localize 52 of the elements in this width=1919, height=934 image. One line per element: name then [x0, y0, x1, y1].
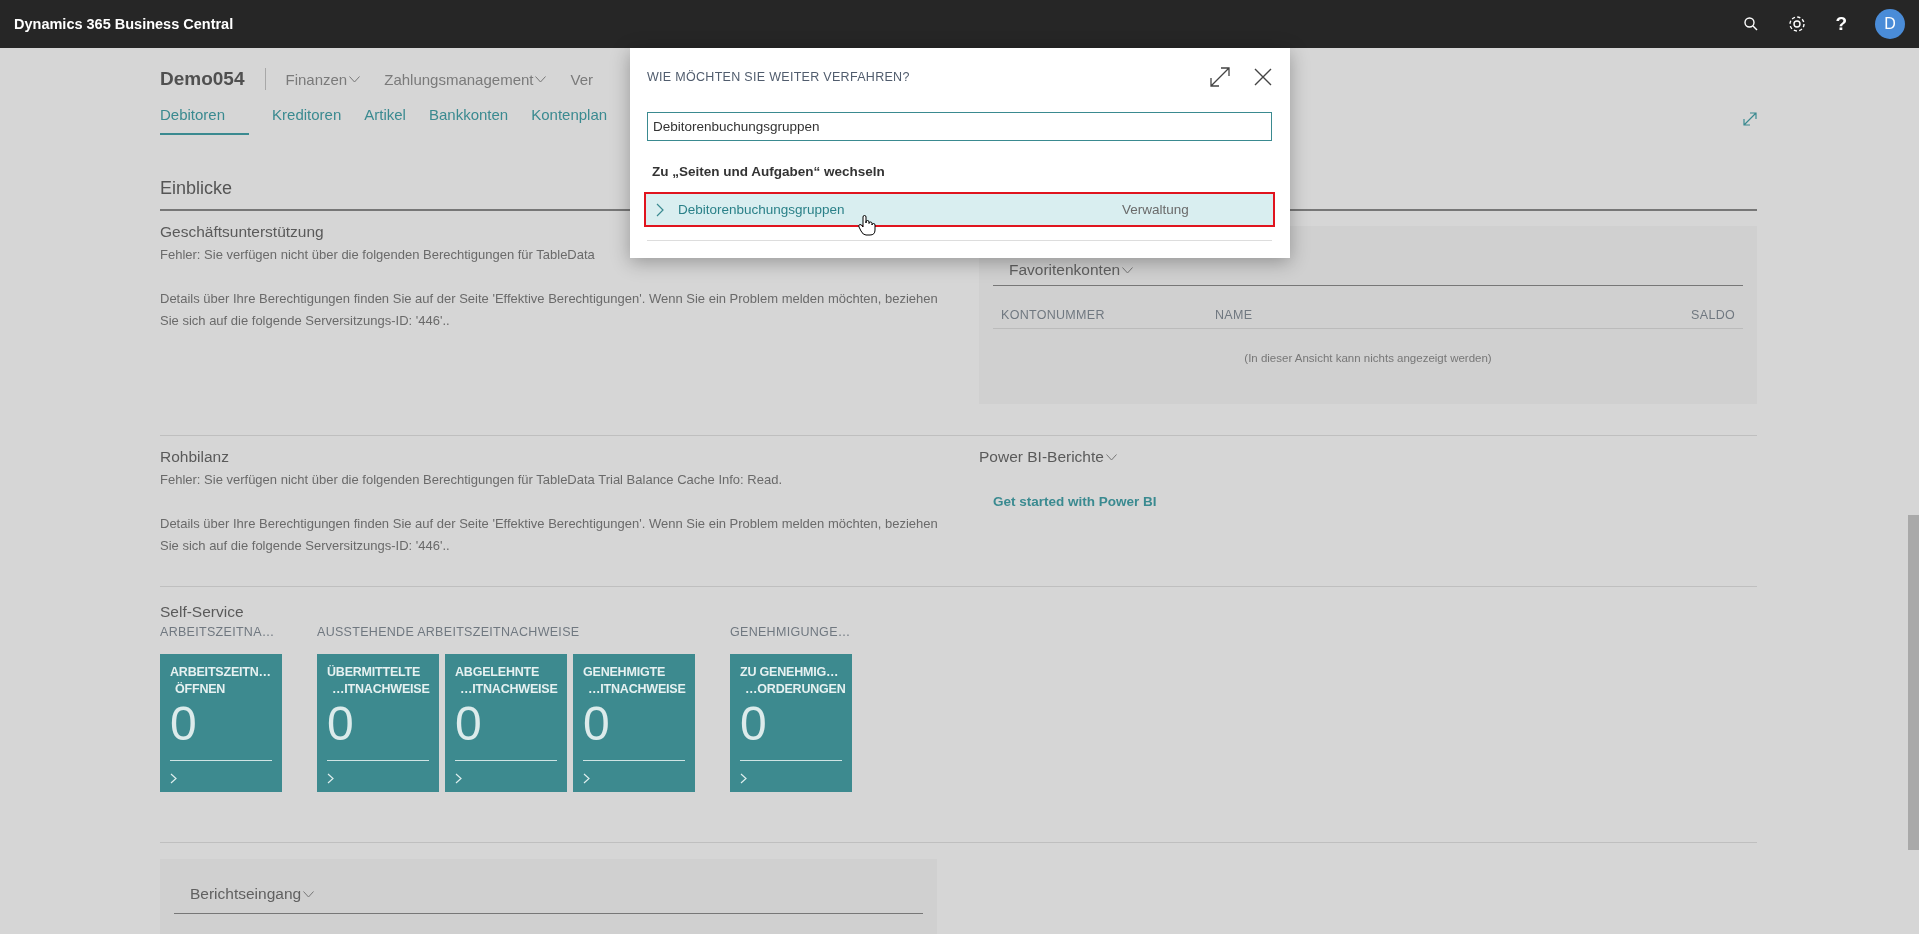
chevron-icon: [455, 773, 463, 784]
cue-tile[interactable]: ZU GENEHMIG… …ORDERUNGEN 0: [730, 654, 852, 792]
chevron-icon: [170, 773, 178, 784]
part-title: Self-Service: [160, 603, 244, 621]
hand-cursor-icon: [858, 214, 876, 236]
part-title[interactable]: Power BI-Berichte: [979, 448, 1117, 466]
menu-item[interactable]: Zahlungsmanagement: [384, 70, 547, 88]
part-title: Geschäftsunterstützung: [160, 223, 324, 241]
nav-tab[interactable]: Debitoren: [160, 106, 250, 135]
error-details: Details über Ihre Berechtigungen finden Sie auf der Seite 'Effektive Berechtigungen'. Wenn Sie ein Problem melden möchten, beziehen Sie sich auf die folgende Serversitzungs-ID: '446'..: [160, 290, 939, 330]
empty-message: (In dieser Ansicht kann nichts angezeigt werden): [1243, 352, 1493, 364]
error-message: Fehler: Sie verfügen nicht über die folgenden Berechtigungen für TableData Trial Balance Cache Info: Read.: [160, 471, 783, 489]
group-title: ARBEITSZEITNA…: [160, 625, 276, 639]
search-icon[interactable]: [1743, 16, 1760, 32]
column-header: NAME: [1215, 308, 1254, 322]
column-header: KONTONUMMER: [1001, 308, 1106, 322]
error-message: Fehler: Sie verfügen nicht über die folgenden Berechtigungen für TableData: [160, 246, 596, 264]
user-avatar[interactable]: D: [1875, 9, 1905, 39]
cue-tile[interactable]: ABGELEHNTE …ITNACHWEISE 0: [445, 654, 567, 792]
menu-item[interactable]: Ver: [570, 70, 593, 88]
chevron-icon: [740, 773, 748, 784]
column-header: SALDO: [1691, 308, 1735, 322]
cue-tile[interactable]: ARBEITSZEITN… ÖFFNEN 0: [160, 654, 282, 792]
nav-tab[interactable]: Bankkonten: [428, 106, 509, 135]
search-field[interactable]: Debitorenbuchungsgruppen: [647, 112, 1272, 141]
error-details: Details über Ihre Berechtigungen finden Sie auf der Seite 'Effektive Berechtigungen'. Wenn Sie ein Problem melden möchten, beziehen Sie sich auf die folgende Serversitzungs-ID: '446'..: [160, 515, 939, 555]
caret-icon: [1105, 453, 1117, 461]
group-title: GENEHMIGUNGE…: [730, 625, 852, 639]
help-button[interactable]: ?: [1835, 13, 1847, 35]
group-title: AUSSTEHENDE ARBEITSZEITNACHWEISE: [317, 625, 581, 639]
cue-tile[interactable]: GENEHMIGTE …ITNACHWEISE 0: [573, 654, 695, 792]
caret-icon: [1122, 266, 1134, 274]
section-heading: Zu „Seiten und Aufgaben“ wechseln: [652, 164, 886, 181]
card-title[interactable]: Favoritenkonten: [1009, 261, 1134, 279]
settings-icon[interactable]: [1787, 14, 1808, 34]
nav-tab[interactable]: Kreditoren: [272, 106, 342, 135]
card-title[interactable]: Berichtseingang: [190, 885, 315, 903]
part-title: Rohbilanz: [160, 448, 229, 466]
app-title: Dynamics 365 Business Central: [14, 16, 234, 32]
menu-item[interactable]: Finanzen: [285, 70, 361, 88]
chevron-icon: [656, 202, 664, 217]
company-name: Demo054: [160, 68, 245, 90]
cue-tile[interactable]: ÜBERMITTELTE …ITNACHWEISE 0: [317, 654, 439, 792]
chevron-icon: [327, 773, 335, 784]
nav-tab[interactable]: Artikel: [364, 106, 406, 135]
chevron-icon: [583, 773, 591, 784]
power-bi-link[interactable]: Get started with Power BI: [993, 494, 1157, 509]
dialog-title: WIE MÖCHTEN SIE WEITER VERFAHREN?: [647, 70, 911, 84]
caret-icon: [303, 890, 315, 898]
nav-tab[interactable]: Kontenplan: [531, 106, 608, 135]
expand-icon[interactable]: [1210, 67, 1230, 87]
close-icon[interactable]: [1254, 68, 1272, 86]
